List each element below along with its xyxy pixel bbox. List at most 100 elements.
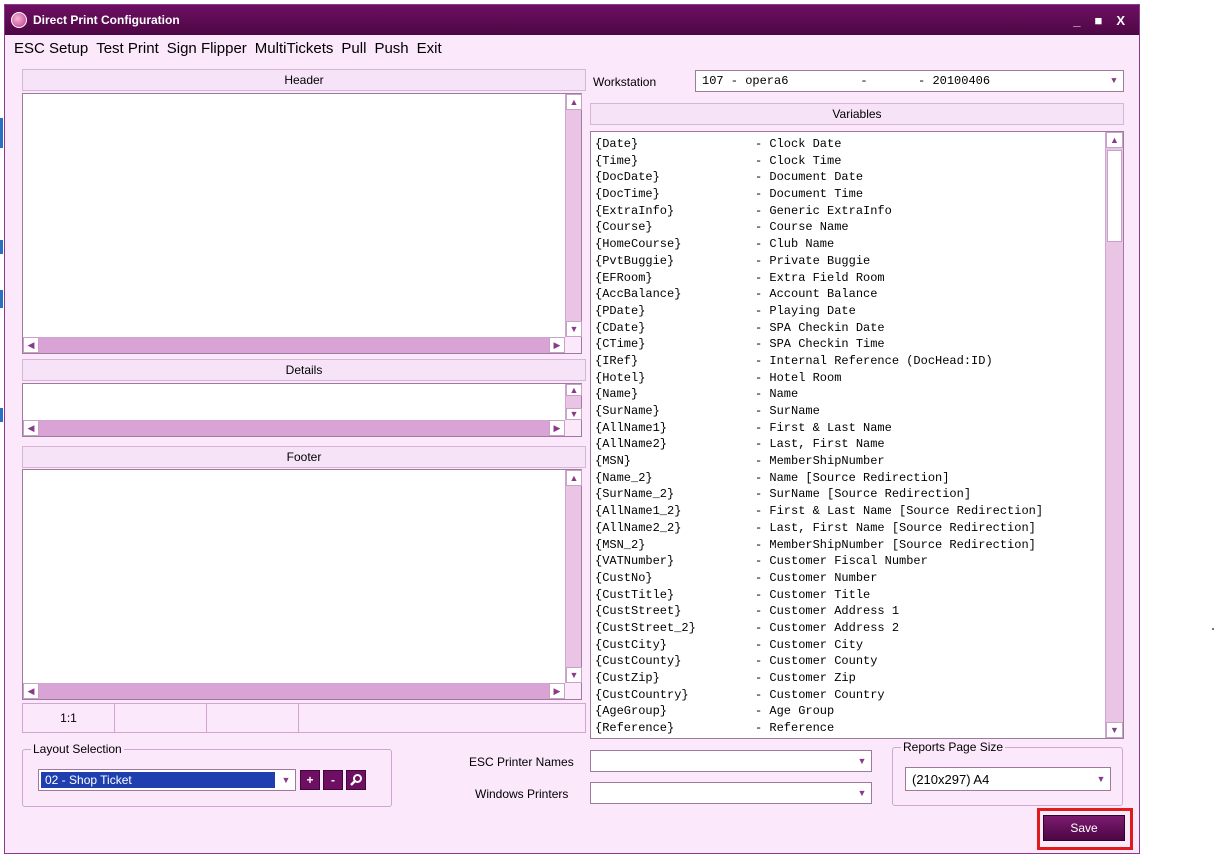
chevron-down-icon[interactable]: ▼: [1092, 774, 1110, 784]
esc-printer-label: ESC Printer Names: [469, 755, 574, 769]
details-editor[interactable]: ▲ ▼ ◀ ▶: [22, 383, 582, 437]
variable-row[interactable]: {PDate} - Playing Date: [595, 303, 1103, 320]
scroll-down-icon[interactable]: ▼: [566, 408, 582, 420]
variable-row[interactable]: {MSN_2} - MemberShipNumber [Source Redire…: [595, 537, 1103, 554]
footer-editor[interactable]: ▲ ▼ ◀ ▶: [22, 469, 582, 700]
scroll-down-icon[interactable]: ▼: [1106, 722, 1123, 738]
scroll-up-icon[interactable]: ▲: [566, 384, 582, 396]
variable-description: - Customer Country: [755, 687, 885, 702]
scroll-left-icon[interactable]: ◀: [23, 337, 39, 353]
menu-sign-flipper[interactable]: Sign Flipper: [166, 40, 248, 57]
menu-multitickets[interactable]: MultiTickets: [254, 40, 335, 57]
variable-row[interactable]: {MSN} - MemberShipNumber: [595, 453, 1103, 470]
variable-row[interactable]: {AllName2_2} - Last, First Name [Source R…: [595, 520, 1103, 537]
variable-row[interactable]: {AllName1_2} - First & Last Name [Source …: [595, 503, 1103, 520]
minimize-button[interactable]: _: [1073, 13, 1080, 28]
variable-row[interactable]: {AccBalance} - Account Balance: [595, 286, 1103, 303]
variable-row[interactable]: {SurName_2} - SurName [Source Redirection…: [595, 486, 1103, 503]
variable-row[interactable]: {CTime} - SPA Checkin Time: [595, 336, 1103, 353]
scroll-down-icon[interactable]: ▼: [566, 667, 582, 683]
scroll-right-icon[interactable]: ▶: [549, 337, 565, 353]
scroll-up-icon[interactable]: ▲: [1106, 132, 1123, 148]
chevron-down-icon[interactable]: ▼: [853, 788, 871, 798]
variable-row[interactable]: {Course} - Course Name: [595, 219, 1103, 236]
scroll-left-icon[interactable]: ◀: [23, 420, 39, 436]
menu-pull[interactable]: Pull: [340, 40, 367, 57]
header-horizontal-scrollbar[interactable]: ◀ ▶: [23, 337, 565, 353]
esc-printer-select[interactable]: ▼: [590, 750, 872, 772]
variable-row[interactable]: {Name} - Name: [595, 386, 1103, 403]
layout-select[interactable]: 02 - Shop Ticket ▼: [38, 769, 296, 791]
page-size-select[interactable]: (210x297) A4 ▼: [905, 767, 1111, 791]
variables-vertical-scrollbar[interactable]: ▲ ▼: [1105, 132, 1123, 738]
variable-row[interactable]: {DocDate} - Document Date: [595, 169, 1103, 186]
workstation-select[interactable]: 107 - opera6 - - 20100406 ▼: [695, 70, 1124, 92]
variable-row[interactable]: {HomeCourse} - Club Name: [595, 236, 1103, 253]
variable-row[interactable]: {Reference} - Reference: [595, 720, 1103, 737]
menu-push[interactable]: Push: [373, 40, 409, 57]
header-vertical-scrollbar[interactable]: ▲ ▼: [565, 94, 582, 337]
layout-selected-value: 02 - Shop Ticket: [41, 772, 275, 788]
variable-row[interactable]: {AllName2} - Last, First Name: [595, 436, 1103, 453]
variable-row[interactable]: {AllName1} - First & Last Name: [595, 420, 1103, 437]
variable-row[interactable]: {AgeGroup} - Age Group: [595, 703, 1103, 720]
menu-test-print[interactable]: Test Print: [95, 40, 160, 57]
variable-row[interactable]: {Name_2} - Name [Source Redirection]: [595, 470, 1103, 487]
variable-name: {CustCountry}: [595, 687, 689, 702]
footer-vertical-scrollbar[interactable]: ▲ ▼: [565, 470, 582, 683]
variable-name: {Name}: [595, 387, 639, 402]
scroll-up-icon[interactable]: ▲: [566, 470, 582, 486]
scroll-right-icon[interactable]: ▶: [549, 683, 565, 699]
variable-row[interactable]: {Time} - Clock Time: [595, 153, 1103, 170]
menu-exit[interactable]: Exit: [416, 40, 443, 57]
close-button[interactable]: X: [1116, 13, 1125, 28]
chevron-down-icon[interactable]: ▼: [277, 775, 295, 785]
scroll-down-icon[interactable]: ▼: [566, 321, 582, 337]
variable-name: {AllName2_2}: [595, 520, 682, 535]
background-window-edge: [0, 240, 3, 254]
windows-printer-select[interactable]: ▼: [590, 782, 872, 804]
variable-description: - Customer Address 2: [755, 620, 900, 635]
variable-name: {PvtBuggie}: [595, 253, 675, 268]
variable-row[interactable]: {SurName} - SurName: [595, 403, 1103, 420]
variable-description: - SurName: [755, 404, 820, 418]
variable-row[interactable]: {DocTime} - Document Time: [595, 186, 1103, 203]
footer-horizontal-scrollbar[interactable]: ◀ ▶: [23, 683, 565, 699]
chevron-down-icon[interactable]: ▼: [1105, 76, 1123, 86]
variable-row[interactable]: {IRef} - Internal Reference (DocHead:ID): [595, 353, 1103, 370]
variable-row[interactable]: {CustCountry} - Customer Country: [595, 687, 1103, 704]
chevron-down-icon[interactable]: ▼: [853, 756, 871, 766]
variable-row[interactable]: {CDate} - SPA Checkin Date: [595, 320, 1103, 337]
menu-esc-setup[interactable]: ESC Setup: [13, 40, 89, 57]
save-button[interactable]: Save: [1043, 815, 1125, 841]
variable-row[interactable]: {CustCounty} - Customer County: [595, 653, 1103, 670]
scroll-up-icon[interactable]: ▲: [566, 94, 582, 110]
maximize-button[interactable]: ■: [1094, 13, 1102, 28]
search-layout-button[interactable]: [346, 770, 366, 790]
header-editor[interactable]: ▲ ▼ ◀ ▶: [22, 93, 582, 354]
remove-layout-button[interactable]: -: [323, 770, 343, 790]
variable-row[interactable]: {EFRoom} - Extra Field Room: [595, 270, 1103, 287]
variable-row[interactable]: {CustCity} - Customer City: [595, 637, 1103, 654]
variable-row[interactable]: {Date} - Clock Date: [595, 136, 1103, 153]
variable-row[interactable]: {PvtBuggie} - Private Buggie: [595, 253, 1103, 270]
details-vertical-scrollbar[interactable]: ▲ ▼: [565, 384, 582, 420]
variable-name: {DocDate}: [595, 170, 660, 185]
scroll-left-icon[interactable]: ◀: [23, 683, 39, 699]
variable-row[interactable]: {CustStreet_2} - Customer Address 2: [595, 620, 1103, 637]
variable-row[interactable]: {CustNo} - Customer Number: [595, 570, 1103, 587]
variable-row[interactable]: {VATNumber} - Customer Fiscal Number: [595, 553, 1103, 570]
scrollbar-thumb[interactable]: [1107, 150, 1122, 242]
variables-list[interactable]: {Date} - Clock Date {Time} - Clock Time {Doc…: [590, 131, 1124, 739]
variable-row[interactable]: {Hotel} - Hotel Room: [595, 370, 1103, 387]
variable-description: - Hotel Room: [755, 370, 842, 385]
variable-row[interactable]: {CustStreet} - Customer Address 1: [595, 603, 1103, 620]
scroll-right-icon[interactable]: ▶: [549, 420, 565, 436]
workstation-value: 107 - opera6 - - 20100406: [702, 74, 991, 88]
variable-row[interactable]: {CustZip} - Customer Zip: [595, 670, 1103, 687]
add-layout-button[interactable]: +: [300, 770, 320, 790]
variable-description: - Customer Zip: [755, 671, 856, 685]
variable-row[interactable]: {CustTitle} - Customer Title: [595, 587, 1103, 604]
details-horizontal-scrollbar[interactable]: ◀ ▶: [23, 420, 565, 436]
variable-row[interactable]: {ExtraInfo} - Generic ExtraInfo: [595, 203, 1103, 220]
